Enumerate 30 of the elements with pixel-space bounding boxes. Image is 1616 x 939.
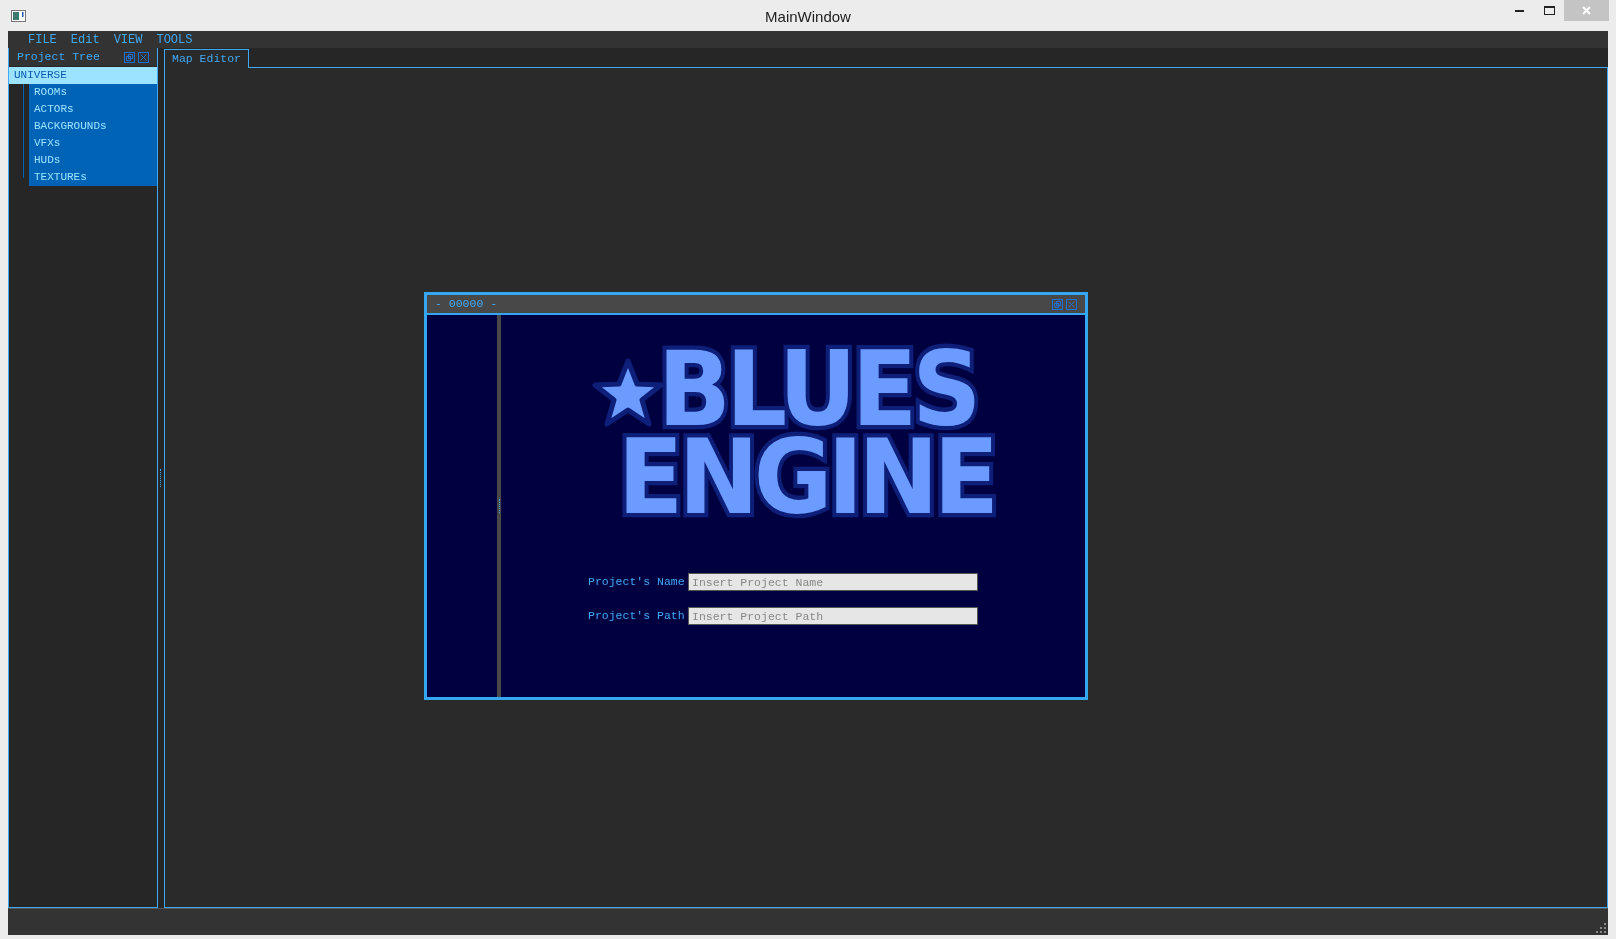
- input-field[interactable]: Insert Project Name: [688, 573, 978, 591]
- menu-item[interactable]: FILE: [28, 33, 57, 46]
- close-icon: [1582, 6, 1591, 15]
- tree-item[interactable]: HUDs: [29, 152, 157, 169]
- app-icon: [11, 9, 26, 22]
- float-icon[interactable]: [1052, 298, 1063, 310]
- tree-item[interactable]: VFXs: [29, 135, 157, 152]
- input-field[interactable]: Insert Project Path: [688, 607, 978, 625]
- dialog-title: - 00000 -: [435, 296, 498, 313]
- window-title: MainWindow: [764, 7, 852, 27]
- menu-item[interactable]: VIEW: [113, 33, 143, 46]
- menu-item[interactable]: TOOLS: [156, 33, 193, 46]
- close-icon[interactable]: [1066, 298, 1077, 310]
- tab[interactable]: Map Editor: [164, 49, 249, 68]
- resize-grip-icon[interactable]: [1596, 923, 1606, 933]
- close-icon[interactable]: [138, 51, 149, 63]
- tree-item[interactable]: BACKGROUNDs: [29, 118, 157, 135]
- dock-title: Project Tree: [17, 49, 100, 66]
- minimize-icon: [1514, 9, 1524, 12]
- menu-item[interactable]: Edit: [70, 33, 100, 46]
- float-icon[interactable]: [124, 51, 135, 63]
- star-icon: [591, 357, 664, 429]
- maximize-icon: [1543, 6, 1555, 15]
- field-label: Project's Path: [588, 608, 685, 625]
- splitter-handle[interactable]: [160, 469, 162, 487]
- tree-item[interactable]: ROOMs: [29, 84, 157, 101]
- tree-item[interactable]: TEXTUREs: [29, 169, 157, 186]
- tree-item[interactable]: ACTORs: [29, 101, 157, 118]
- field-label: Project's Name: [588, 574, 685, 591]
- tree-item[interactable]: UNIVERSE: [9, 67, 157, 84]
